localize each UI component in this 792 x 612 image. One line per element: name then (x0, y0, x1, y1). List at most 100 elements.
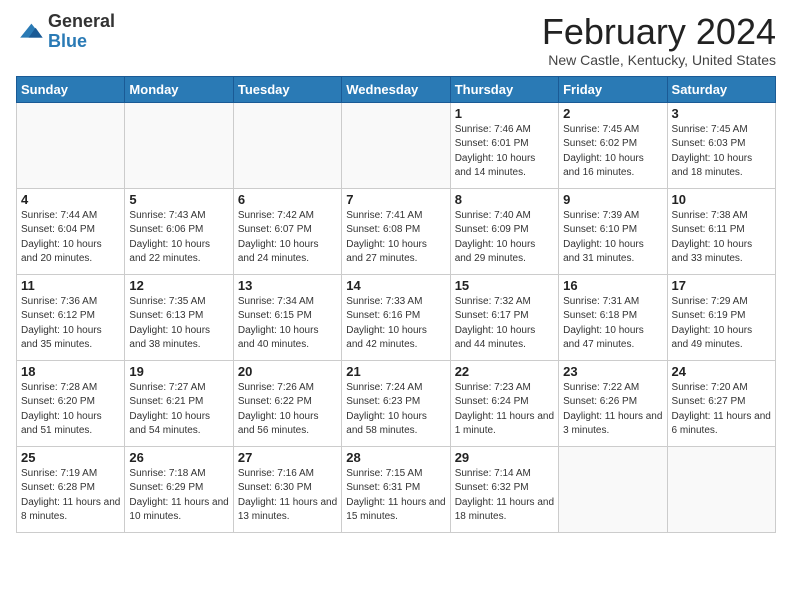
day-info: Sunrise: 7:34 AMSunset: 6:15 PMDaylight:… (238, 295, 337, 353)
calendar-cell: 2Sunrise: 7:45 AMSunset: 6:02 PMDaylight… (559, 102, 667, 188)
day-number: 29 (455, 450, 554, 465)
day-number: 18 (21, 364, 120, 379)
weekday-header-wednesday: Wednesday (342, 76, 450, 102)
day-number: 20 (238, 364, 337, 379)
day-number: 25 (21, 450, 120, 465)
day-number: 8 (455, 192, 554, 207)
day-info: Sunrise: 7:14 AMSunset: 6:32 PMDaylight:… (455, 467, 554, 525)
title-block: February 2024 New Castle, Kentucky, Unit… (542, 12, 776, 68)
day-info: Sunrise: 7:22 AMSunset: 6:26 PMDaylight:… (563, 381, 662, 439)
day-number: 27 (238, 450, 337, 465)
day-number: 28 (346, 450, 445, 465)
day-number: 26 (129, 450, 228, 465)
day-info: Sunrise: 7:42 AMSunset: 6:07 PMDaylight:… (238, 209, 337, 267)
calendar-week-4: 25 Sunrise: 7:19 AMSunset: 6:28 PMDayligh… (17, 446, 776, 532)
day-number: 11 (21, 278, 120, 293)
calendar-cell: 13 Sunrise: 7:34 AMSunset: 6:15 PMDayligh… (233, 274, 341, 360)
day-info: Sunrise: 7:28 AMSunset: 6:20 PMDaylight:… (21, 381, 120, 439)
day-number: 3 (672, 106, 771, 121)
weekday-header-saturday: Saturday (667, 76, 775, 102)
calendar-cell: 11 Sunrise: 7:36 AMSunset: 6:12 PMDayligh… (17, 274, 125, 360)
day-info: Sunrise: 7:19 AMSunset: 6:28 PMDaylight:… (21, 467, 120, 525)
day-number: 22 (455, 364, 554, 379)
calendar-cell: 9 Sunrise: 7:39 AMSunset: 6:10 PMDaylight… (559, 188, 667, 274)
day-info: Sunrise: 7:16 AMSunset: 6:30 PMDaylight:… (238, 467, 337, 525)
calendar-body: 1Sunrise: 7:46 AMSunset: 6:01 PMDaylight… (17, 102, 776, 532)
weekday-row: SundayMondayTuesdayWednesdayThursdayFrid… (17, 76, 776, 102)
day-number: 4 (21, 192, 120, 207)
day-info: Sunrise: 7:39 AMSunset: 6:10 PMDaylight:… (563, 209, 662, 267)
day-number: 9 (563, 192, 662, 207)
day-info: Sunrise: 7:23 AMSunset: 6:24 PMDaylight:… (455, 381, 554, 439)
logo-blue: Blue (48, 31, 87, 51)
calendar-cell: 14Sunrise: 7:33 AMSunset: 6:16 PMDayligh… (342, 274, 450, 360)
calendar-cell: 3 Sunrise: 7:45 AMSunset: 6:03 PMDaylight… (667, 102, 775, 188)
calendar-cell: 16Sunrise: 7:31 AMSunset: 6:18 PMDayligh… (559, 274, 667, 360)
calendar-cell: 24 Sunrise: 7:20 AMSunset: 6:27 PMDayligh… (667, 360, 775, 446)
calendar-table: SundayMondayTuesdayWednesdayThursdayFrid… (16, 76, 776, 533)
calendar-cell: 22 Sunrise: 7:23 AMSunset: 6:24 PMDayligh… (450, 360, 558, 446)
calendar-cell: 25 Sunrise: 7:19 AMSunset: 6:28 PMDayligh… (17, 446, 125, 532)
day-info: Sunrise: 7:45 AMSunset: 6:02 PMDaylight:… (563, 123, 662, 181)
calendar-cell: 12 Sunrise: 7:35 AMSunset: 6:13 PMDayligh… (125, 274, 233, 360)
calendar-week-2: 11 Sunrise: 7:36 AMSunset: 6:12 PMDayligh… (17, 274, 776, 360)
day-info: Sunrise: 7:31 AMSunset: 6:18 PMDaylight:… (563, 295, 662, 353)
logo-text: General Blue (48, 12, 115, 52)
day-info: Sunrise: 7:24 AMSunset: 6:23 PMDaylight:… (346, 381, 445, 439)
calendar-header: SundayMondayTuesdayWednesdayThursdayFrid… (17, 76, 776, 102)
calendar-cell: 17 Sunrise: 7:29 AMSunset: 6:19 PMDayligh… (667, 274, 775, 360)
page: General Blue February 2024 New Castle, K… (0, 0, 792, 612)
calendar-subtitle: New Castle, Kentucky, United States (542, 52, 776, 68)
day-number: 24 (672, 364, 771, 379)
day-info: Sunrise: 7:18 AMSunset: 6:29 PMDaylight:… (129, 467, 228, 525)
day-number: 21 (346, 364, 445, 379)
day-info: Sunrise: 7:43 AMSunset: 6:06 PMDaylight:… (129, 209, 228, 267)
day-number: 12 (129, 278, 228, 293)
day-info: Sunrise: 7:29 AMSunset: 6:19 PMDaylight:… (672, 295, 771, 353)
calendar-cell: 18 Sunrise: 7:28 AMSunset: 6:20 PMDayligh… (17, 360, 125, 446)
day-info: Sunrise: 7:36 AMSunset: 6:12 PMDaylight:… (21, 295, 120, 353)
day-info: Sunrise: 7:27 AMSunset: 6:21 PMDaylight:… (129, 381, 228, 439)
calendar-cell (233, 102, 341, 188)
day-info: Sunrise: 7:38 AMSunset: 6:11 PMDaylight:… (672, 209, 771, 267)
logo-general: General (48, 11, 115, 31)
day-number: 1 (455, 106, 554, 121)
calendar-cell: 8 Sunrise: 7:40 AMSunset: 6:09 PMDaylight… (450, 188, 558, 274)
calendar-cell: 28 Sunrise: 7:15 AMSunset: 6:31 PMDayligh… (342, 446, 450, 532)
day-info: Sunrise: 7:26 AMSunset: 6:22 PMDaylight:… (238, 381, 337, 439)
calendar-cell: 10 Sunrise: 7:38 AMSunset: 6:11 PMDayligh… (667, 188, 775, 274)
day-info: Sunrise: 7:15 AMSunset: 6:31 PMDaylight:… (346, 467, 445, 525)
calendar-title: February 2024 (542, 12, 776, 52)
day-number: 6 (238, 192, 337, 207)
weekday-header-friday: Friday (559, 76, 667, 102)
calendar-week-3: 18 Sunrise: 7:28 AMSunset: 6:20 PMDayligh… (17, 360, 776, 446)
calendar-cell (667, 446, 775, 532)
day-info: Sunrise: 7:32 AMSunset: 6:17 PMDaylight:… (455, 295, 554, 353)
day-number: 23 (563, 364, 662, 379)
day-number: 15 (455, 278, 554, 293)
day-info: Sunrise: 7:33 AMSunset: 6:16 PMDaylight:… (346, 295, 445, 353)
calendar-cell (17, 102, 125, 188)
calendar-cell: 26 Sunrise: 7:18 AMSunset: 6:29 PMDayligh… (125, 446, 233, 532)
day-info: Sunrise: 7:40 AMSunset: 6:09 PMDaylight:… (455, 209, 554, 267)
calendar-week-0: 1Sunrise: 7:46 AMSunset: 6:01 PMDaylight… (17, 102, 776, 188)
day-info: Sunrise: 7:20 AMSunset: 6:27 PMDaylight:… (672, 381, 771, 439)
calendar-cell: 20 Sunrise: 7:26 AMSunset: 6:22 PMDayligh… (233, 360, 341, 446)
calendar-cell (559, 446, 667, 532)
calendar-cell: 7Sunrise: 7:41 AMSunset: 6:08 PMDaylight… (342, 188, 450, 274)
day-number: 13 (238, 278, 337, 293)
day-number: 5 (129, 192, 228, 207)
day-number: 7 (346, 192, 445, 207)
calendar-cell: 23 Sunrise: 7:22 AMSunset: 6:26 PMDayligh… (559, 360, 667, 446)
weekday-header-sunday: Sunday (17, 76, 125, 102)
day-number: 10 (672, 192, 771, 207)
day-info: Sunrise: 7:45 AMSunset: 6:03 PMDaylight:… (672, 123, 771, 181)
day-number: 19 (129, 364, 228, 379)
calendar-cell: 1Sunrise: 7:46 AMSunset: 6:01 PMDaylight… (450, 102, 558, 188)
calendar-cell (342, 102, 450, 188)
day-number: 17 (672, 278, 771, 293)
calendar-cell: 27 Sunrise: 7:16 AMSunset: 6:30 PMDayligh… (233, 446, 341, 532)
day-info: Sunrise: 7:44 AMSunset: 6:04 PMDaylight:… (21, 209, 120, 267)
day-info: Sunrise: 7:35 AMSunset: 6:13 PMDaylight:… (129, 295, 228, 353)
header: General Blue February 2024 New Castle, K… (16, 12, 776, 68)
